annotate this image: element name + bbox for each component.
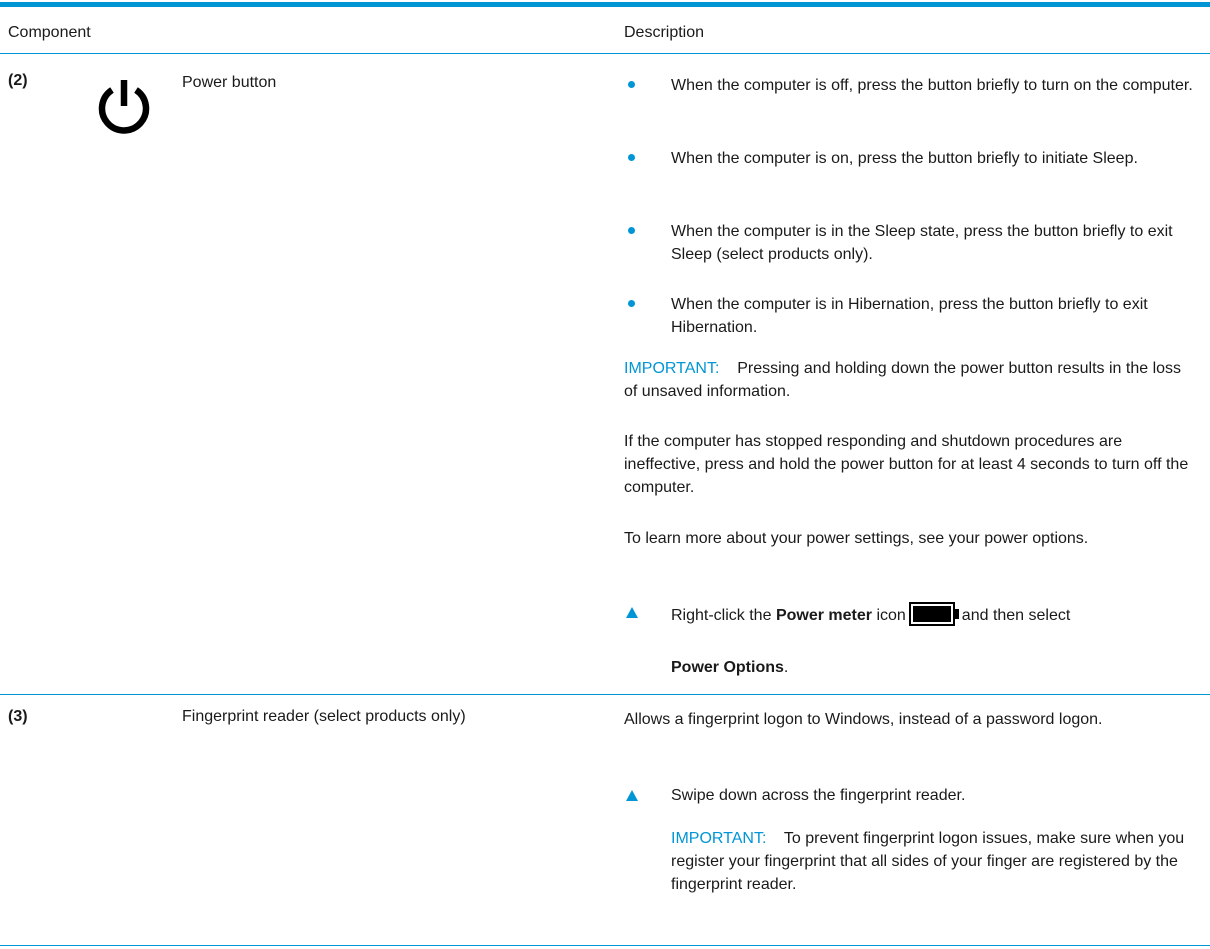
component-name: Fingerprint reader (select products only… <box>182 708 466 725</box>
step-text: . <box>783 659 789 676</box>
bullet-dot-icon <box>628 154 635 161</box>
table-row-fingerprint-reader: (3) Fingerprint reader (select products … <box>0 695 1210 946</box>
power-options-step: Right-click the Power meter icon and then… <box>671 602 1196 627</box>
step-text: icon <box>876 607 906 624</box>
power-settings-paragraph: To learn more about your power settings,… <box>624 530 1089 547</box>
bullet-dot-icon <box>628 300 635 307</box>
step-triangle-icon <box>626 607 638 618</box>
list-item-text: When the computer is in Hibernation, pre… <box>671 296 1148 336</box>
header-component: Component <box>8 24 91 41</box>
power-icon <box>98 80 150 134</box>
table-header-row: Component Description <box>0 7 1210 54</box>
component-number: (2) <box>8 72 28 89</box>
step-triangle-icon <box>626 790 638 801</box>
important-label: IMPORTANT: <box>671 830 767 847</box>
component-name: Power button <box>182 74 277 91</box>
power-meter-label: Power meter <box>775 607 872 624</box>
important-note: IMPORTANT: Pressing and holding down the… <box>624 357 1196 403</box>
power-options-line: Power Options. <box>671 656 1196 679</box>
bullet-dot-icon <box>628 81 635 88</box>
fingerprint-description: Allows a fingerprint logon to Windows, i… <box>624 711 1103 728</box>
header-description: Description <box>624 24 705 41</box>
bullet-dot-icon <box>628 227 635 234</box>
component-number: (3) <box>8 708 28 725</box>
manual-page: Component Description (2) Power button W… <box>0 0 1210 949</box>
unresponsive-paragraph: If the computer has stopped responding a… <box>624 433 1189 496</box>
step-text: Right-click the <box>671 607 772 624</box>
battery-icon <box>908 602 959 626</box>
power-options-label: Power Options <box>671 659 784 676</box>
table-row-power-button: (2) Power button When the computer is of… <box>0 54 1210 695</box>
list-item-text: When the computer is off, press the butt… <box>671 77 1193 94</box>
step-text: and then select <box>961 607 1071 624</box>
list-item-text: When the computer is on, press the butto… <box>671 150 1138 167</box>
important-note: IMPORTANT: To prevent fingerprint logon … <box>671 827 1196 896</box>
fingerprint-step: Swipe down across the fingerprint reader… <box>671 787 966 804</box>
important-label: IMPORTANT: <box>624 360 720 377</box>
list-item-text: When the computer is in the Sleep state,… <box>671 223 1173 263</box>
